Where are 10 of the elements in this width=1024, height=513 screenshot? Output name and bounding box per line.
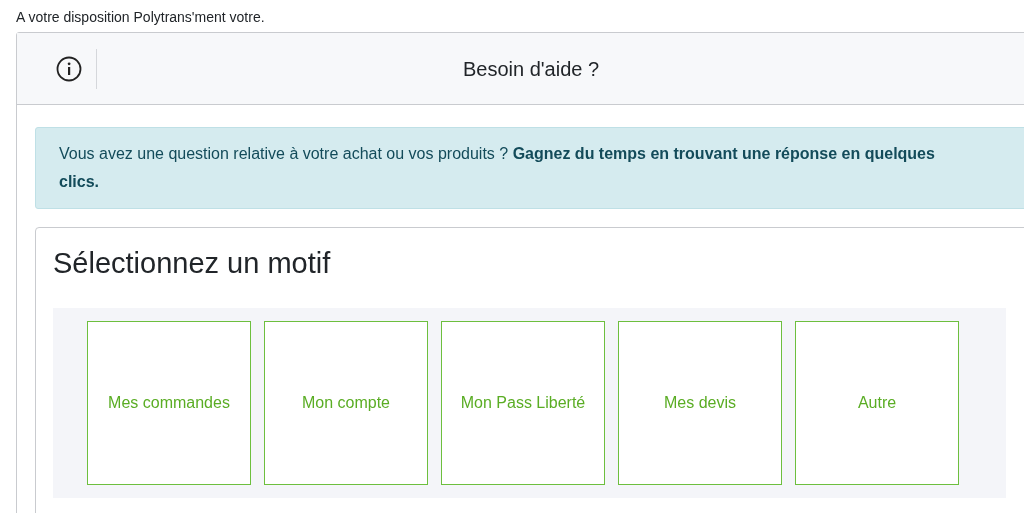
motif-option[interactable]: Autre — [795, 321, 959, 485]
motif-option[interactable]: Mon compte — [264, 321, 428, 485]
info-icon[interactable] — [56, 55, 82, 82]
info-alert: Vous avez une question relative à votre achat ou vos produits ? Gagnez du temps en trouvant une réponse en quelques clics. — [35, 127, 1024, 209]
window-title: Besoin d'aide ? — [462, 56, 600, 82]
intro-text: A votre disposition Polytrans'ment votre. — [16, 8, 265, 27]
motif-option[interactable]: Mes commandes — [87, 321, 251, 485]
motif-option[interactable]: Mes devis — [618, 321, 782, 485]
motif-option[interactable]: Mon Pass Liberté — [441, 321, 605, 485]
section-heading: Sélectionnez un motif — [53, 246, 331, 281]
